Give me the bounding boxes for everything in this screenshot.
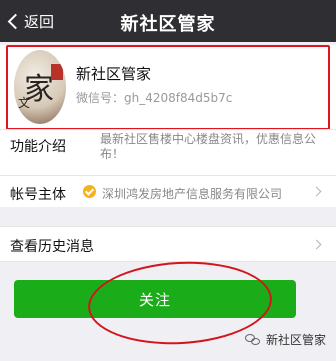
watermark: 新社区管家 bbox=[244, 331, 326, 348]
account-owner-text: 深圳鸿发房地产信息服务有限公司 bbox=[102, 187, 283, 201]
chevron-right-icon bbox=[311, 239, 322, 250]
chevron-right-icon bbox=[311, 186, 322, 197]
page-title: 新社区管家 bbox=[120, 14, 216, 35]
history-messages-label: 查看历史消息 bbox=[10, 239, 94, 255]
history-messages-row[interactable]: 查看历史消息 bbox=[0, 226, 336, 262]
account-owner-label: 帐号主体 bbox=[10, 187, 66, 203]
wechat-icon bbox=[244, 333, 261, 346]
account-owner-row[interactable]: 帐号主体 深圳鸿发房地产信息服务有限公司 bbox=[0, 175, 336, 207]
function-intro-label: 功能介绍 bbox=[10, 139, 66, 155]
verified-check-icon bbox=[83, 185, 96, 198]
function-intro-row: 功能介绍 最新社区售楼中心楼盘资讯，优惠信息公布！ bbox=[0, 129, 336, 175]
annotation-rectangle bbox=[6, 45, 330, 130]
navbar: 返回 新社区管家 bbox=[0, 0, 336, 42]
function-intro-text: 最新社区售楼中心楼盘资讯，优惠信息公布！ bbox=[100, 132, 317, 161]
watermark-text: 新社区管家 bbox=[265, 333, 326, 347]
